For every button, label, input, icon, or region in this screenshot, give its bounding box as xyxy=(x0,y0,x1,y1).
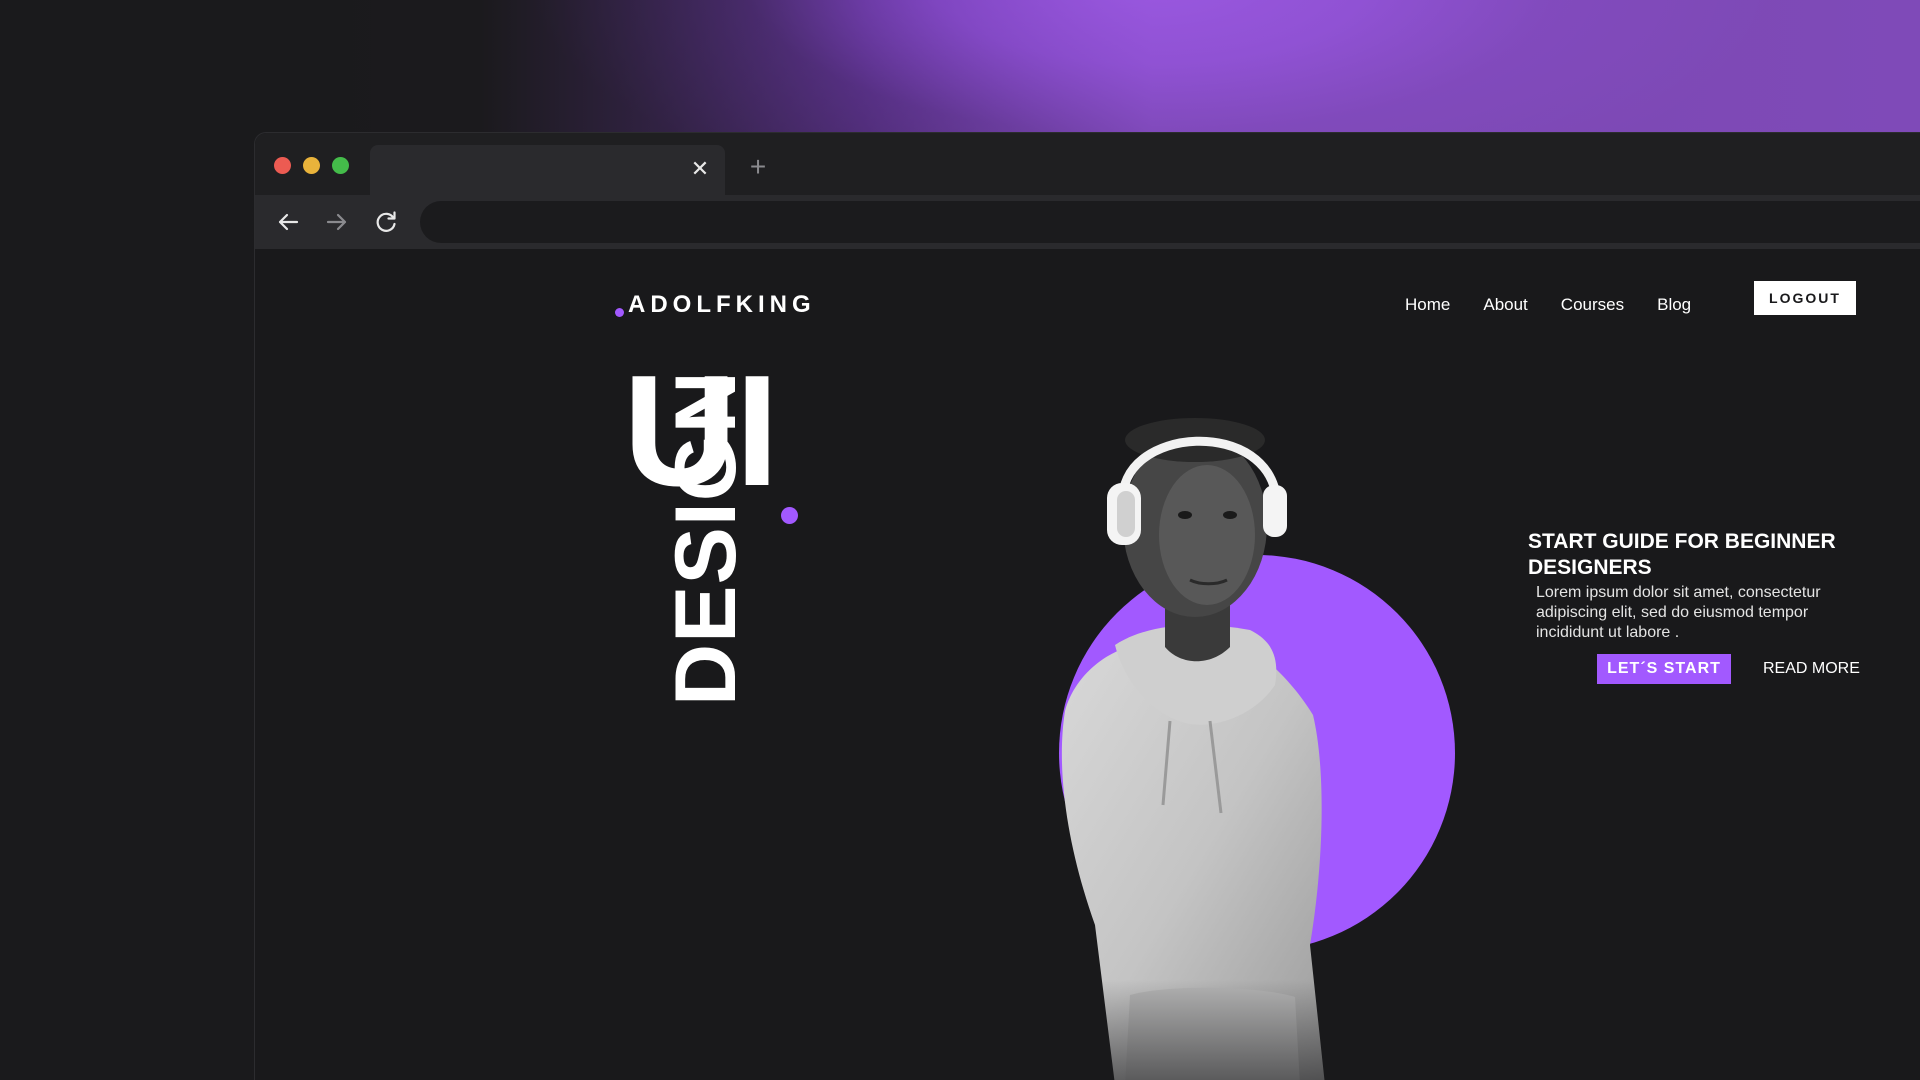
plus-icon[interactable]: + xyxy=(745,153,771,181)
hero-headline-design: DESIGN xyxy=(658,370,754,706)
close-icon[interactable]: ✕ xyxy=(689,158,711,180)
arrow-left-icon[interactable] xyxy=(273,207,303,237)
site-logo[interactable]: ADOLFKING xyxy=(615,291,816,321)
nav-home[interactable]: Home xyxy=(1405,295,1450,315)
headline-accent-dot xyxy=(781,507,798,524)
nav-courses[interactable]: Courses xyxy=(1561,295,1624,315)
logo-text: ADOLFKING xyxy=(628,291,816,318)
main-nav: Home About Courses Blog xyxy=(1405,295,1691,315)
cta-body: Lorem ipsum dolor sit amet, consectetur … xyxy=(1536,584,1821,641)
logout-button[interactable]: LOGOUT xyxy=(1754,281,1856,315)
tab-bar: ✕ + xyxy=(255,133,1920,195)
address-bar[interactable] xyxy=(420,201,1920,243)
cta-title: START GUIDE FOR BEGINNER DESIGNERS xyxy=(1528,530,1836,579)
hero-image xyxy=(995,385,1465,1080)
nav-about[interactable]: About xyxy=(1483,295,1527,315)
close-window-button[interactable] xyxy=(274,157,291,174)
maximize-window-button[interactable] xyxy=(332,157,349,174)
nav-blog[interactable]: Blog xyxy=(1657,295,1691,315)
browser-window: ✕ + ADOLFKING Home About Courses Blog LO… xyxy=(254,132,1920,1080)
browser-toolbar xyxy=(255,195,1920,249)
minimize-window-button[interactable] xyxy=(303,157,320,174)
logo-dot xyxy=(615,308,624,317)
arrow-right-icon[interactable] xyxy=(322,207,352,237)
reload-icon[interactable] xyxy=(371,207,401,237)
browser-tab[interactable]: ✕ xyxy=(370,145,725,195)
lets-start-button[interactable]: LET´S START xyxy=(1597,654,1731,684)
read-more-link[interactable]: READ MORE xyxy=(1763,660,1860,678)
web-page: ADOLFKING Home About Courses Blog LOGOUT… xyxy=(255,249,1920,1080)
